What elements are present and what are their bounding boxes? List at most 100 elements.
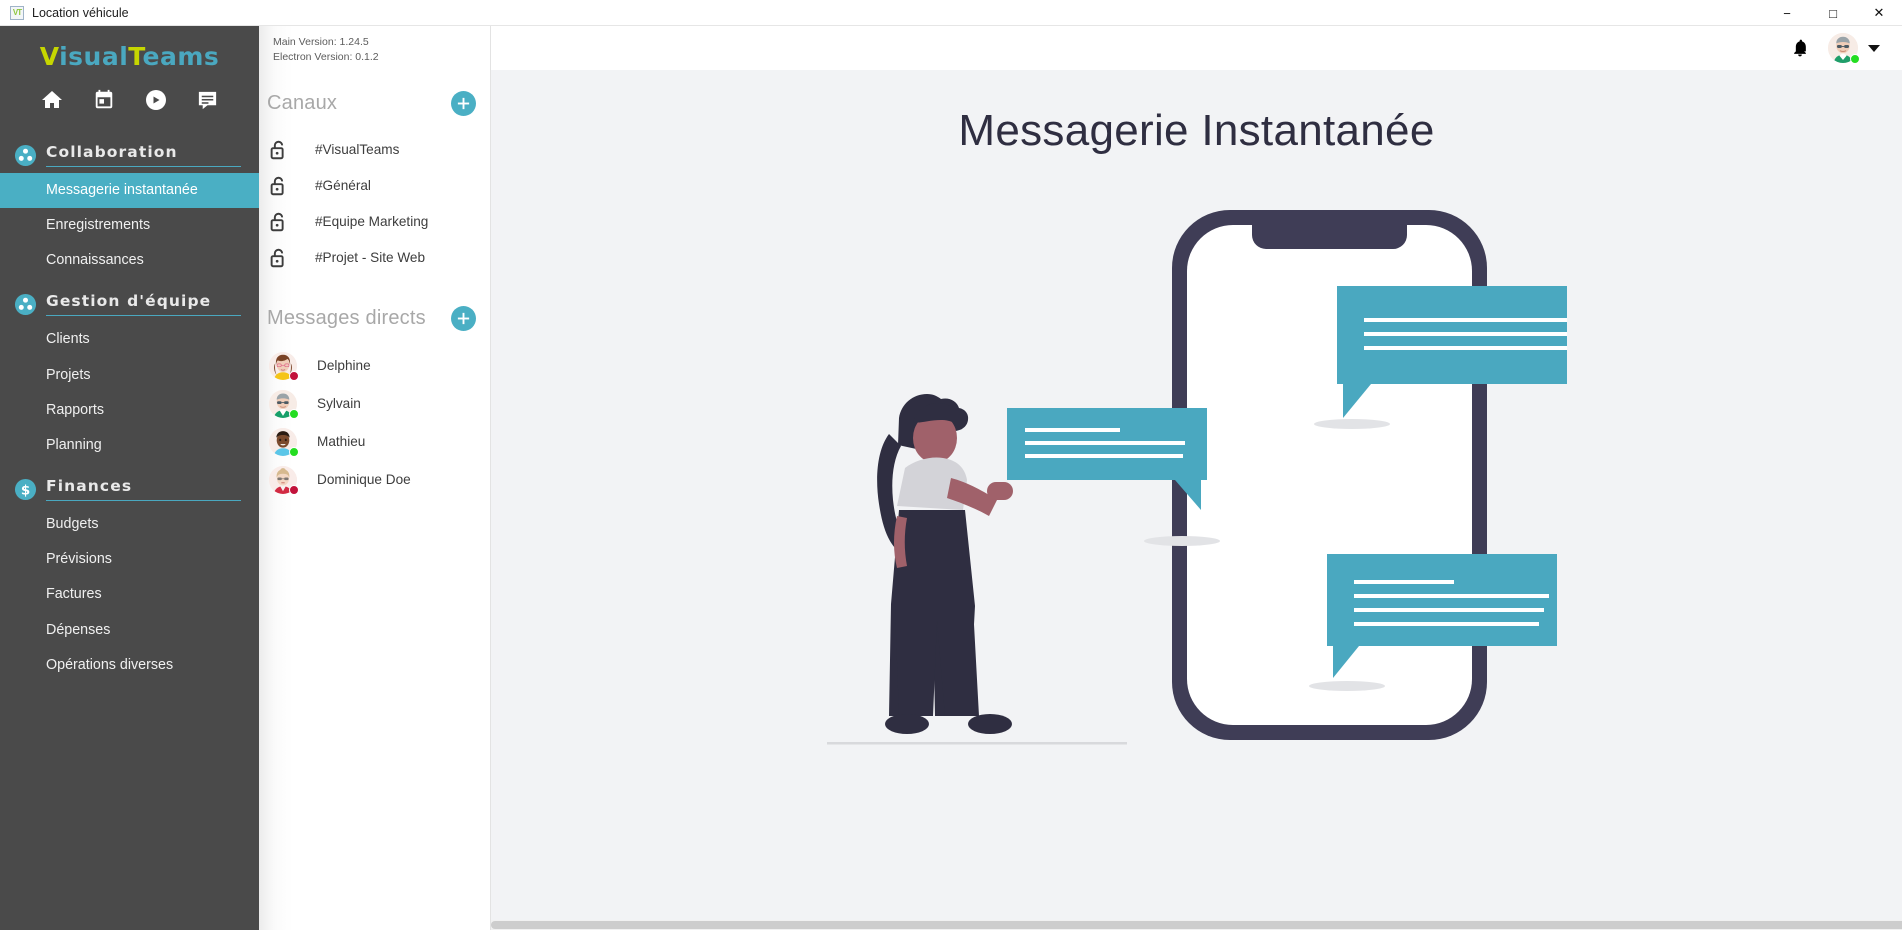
sidebar-item-previsions[interactable]: Prévisions	[0, 542, 259, 577]
messaging-illustration	[826, 186, 1587, 771]
app-icon: VT	[10, 5, 24, 20]
maximize-button[interactable]: □	[1810, 0, 1856, 26]
dm-list: Delphine Sylvain Mathieu Dominique Doe	[259, 347, 490, 499]
dm-name: Dominique Doe	[317, 472, 411, 488]
sidebar-item-factures[interactable]: Factures	[0, 577, 259, 612]
scrollbar-thumb[interactable]	[491, 921, 1902, 929]
sidebar: VisualTeams Collaboration Messagerie inst…	[0, 26, 259, 930]
sidebar-section-items: Messagerie instantanée Enregistrements Con…	[0, 173, 259, 278]
window-controls: − □ ✕	[1764, 0, 1902, 26]
dm-item[interactable]: Mathieu	[259, 423, 490, 461]
sidebar-section-items: Clients Projets Rapports Planning	[0, 322, 259, 463]
home-icon[interactable]	[39, 87, 65, 113]
avatar	[269, 465, 299, 495]
people-icon	[14, 144, 37, 167]
window-title: Location véhicule	[32, 5, 129, 20]
sidebar-section-header: Gestion d'équipe	[0, 292, 259, 317]
sidebar-section-header: Collaboration	[0, 143, 259, 167]
unlock-icon	[267, 211, 289, 233]
channel-item[interactable]: #Equipe Marketing	[259, 204, 490, 240]
sidebar-item-budgets[interactable]: Budgets	[0, 507, 259, 542]
avatar	[269, 389, 299, 419]
dollar-icon: $	[14, 478, 37, 501]
sidebar-section-title: Collaboration	[46, 143, 178, 161]
main-version: Main Version: 1.24.5	[273, 36, 369, 48]
sidebar-item-depenses[interactable]: Dépenses	[0, 613, 259, 648]
window-title-bar: VT Location véhicule − □ ✕	[0, 0, 1902, 26]
section-divider	[46, 500, 241, 502]
sidebar-item-planning[interactable]: Planning	[0, 428, 259, 463]
quick-nav-bar	[0, 77, 259, 129]
logo-eams: eams	[142, 42, 220, 71]
channel-list: #VisualTeams #Général #Equipe Marketing #Pr…	[259, 132, 490, 276]
status-badge	[289, 484, 299, 495]
avatar	[269, 351, 299, 381]
add-channel-button[interactable]	[451, 90, 476, 116]
horizontal-scrollbar[interactable]	[491, 920, 1902, 930]
dm-heading: Messages directs	[267, 306, 426, 329]
channels-header: Canaux	[259, 90, 490, 116]
sidebar-section-items: Budgets Prévisions Factures Dépenses Opérati…	[0, 507, 259, 683]
user-status-dot	[1850, 54, 1860, 64]
status-badge	[289, 408, 299, 419]
svg-text:$: $	[21, 483, 30, 498]
user-menu[interactable]	[1828, 33, 1880, 64]
channels-group: Canaux #VisualTeams #Général #Equipe Marke…	[259, 90, 490, 276]
channel-name: #Projet - Site Web	[315, 250, 426, 266]
sidebar-section: Collaboration Messagerie instantanée Enreg…	[0, 143, 259, 278]
section-divider	[46, 315, 241, 317]
dm-item[interactable]: Sylvain	[259, 385, 490, 423]
dm-name: Sylvain	[317, 396, 361, 412]
sidebar-item-rapports[interactable]: Rapports	[0, 393, 259, 428]
avatar	[269, 427, 299, 457]
sidebar-section-title-wrap: Gestion d'équipe	[46, 292, 241, 317]
status-badge	[289, 370, 299, 381]
electron-version: Electron Version: 0.1.2	[273, 50, 379, 63]
add-dm-button[interactable]	[451, 305, 476, 331]
dm-name: Delphine	[317, 358, 371, 374]
brand-logo[interactable]: VisualTeams	[0, 26, 259, 77]
sidebar-item-connaissances[interactable]: Connaissances	[0, 243, 259, 278]
dm-item[interactable]: Dominique Doe	[259, 461, 490, 499]
people-icon	[14, 293, 37, 316]
sidebar-item-messagerie-instantanee[interactable]: Messagerie instantanée	[0, 173, 259, 209]
logo-v: V	[39, 42, 60, 71]
status-badge	[289, 446, 299, 457]
page-title: Messagerie Instantanée	[958, 106, 1435, 155]
logo-isual: isual	[59, 42, 129, 71]
close-button[interactable]: ✕	[1856, 0, 1902, 26]
channel-item[interactable]: #Général	[259, 168, 490, 204]
sidebar-section-header: $ Finances	[0, 477, 259, 502]
section-divider	[46, 166, 241, 167]
sidebar-sections: Collaboration Messagerie instantanée Enreg…	[0, 143, 259, 683]
minimize-button[interactable]: −	[1764, 0, 1810, 26]
chevron-down-icon[interactable]	[1868, 44, 1880, 52]
sidebar-item-projets[interactable]: Projets	[0, 358, 259, 393]
video-icon[interactable]	[143, 87, 169, 113]
unlock-icon	[267, 175, 289, 197]
channels-heading: Canaux	[267, 91, 338, 114]
dm-group: Messages directs Delphine Sylvain Mathieu D…	[259, 305, 490, 499]
calendar-icon[interactable]	[91, 87, 117, 113]
sidebar-section-title-wrap: Collaboration	[46, 143, 241, 167]
channel-name: #Equipe Marketing	[315, 214, 429, 230]
sidebar-section-title-wrap: Finances	[46, 477, 241, 502]
version-info: Main Version: 1.24.5 Electron Version: 0…	[259, 26, 490, 65]
app-body: VisualTeams Collaboration Messagerie inst…	[0, 26, 1902, 930]
top-bar	[491, 26, 1902, 70]
sidebar-section-title: Finances	[46, 477, 133, 496]
sidebar-item-clients[interactable]: Clients	[0, 322, 259, 357]
unlock-icon	[267, 139, 289, 161]
main-area: Messagerie Instantanée	[491, 26, 1902, 930]
dm-name: Mathieu	[317, 434, 366, 450]
sidebar-item-enregistrements[interactable]: Enregistrements	[0, 208, 259, 243]
avatar[interactable]	[1828, 33, 1860, 64]
dm-header: Messages directs	[259, 305, 490, 331]
dm-item[interactable]: Delphine	[259, 347, 490, 385]
channel-item[interactable]: #Projet - Site Web	[259, 240, 490, 276]
chat-icon[interactable]	[195, 87, 221, 113]
channels-panel: Main Version: 1.24.5 Electron Version: 0…	[259, 26, 491, 930]
channel-item[interactable]: #VisualTeams	[259, 132, 490, 168]
bell-icon[interactable]	[1790, 37, 1810, 59]
sidebar-item-operations-diverses[interactable]: Opérations diverses	[0, 648, 259, 683]
